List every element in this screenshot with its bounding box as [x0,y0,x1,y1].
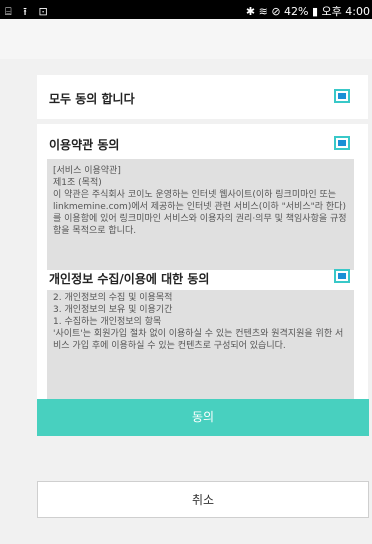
terms-text-line: 제1조 (목적) [53,178,102,188]
terms-label: 이용약관 동의 [49,138,120,152]
cancel-button[interactable]: 취소 [37,481,369,518]
header-band [0,19,372,59]
privacy-text-line: 3. 개인정보의 보유 및 이용기간 [53,305,173,315]
all-agree-label: 모두 동의 합니다 [49,92,135,106]
privacy-text-box[interactable]: 2. 개인정보의 수집 및 이용목적 3. 개인정보의 보유 및 이용기간 1.… [47,290,354,400]
terms-text-box[interactable]: [서비스 이용약관] 제1조 (목적) 이 약관은 주식회사 코이노 운영하는 … [47,159,354,270]
status-right-text: ✱ ≋ ⊘ 42% ▮ 오후 4:00 [245,5,370,18]
privacy-checkbox[interactable] [334,269,350,283]
terms-text-line: 이 약관은 주식회사 코이노 운영하는 인터넷 웹사이트(이하 링크미마인 또는… [53,190,347,236]
all-agree-checkbox[interactable] [334,89,350,103]
all-agree-row[interactable]: 모두 동의 합니다 [37,75,368,119]
privacy-text-line: 1. 수집하는 개인정보의 항목 [53,317,162,327]
privacy-text-line: '사이트'는 회원가입 절차 없이 이용하실 수 있는 컨텐츠와 원격지원을 위… [53,329,344,351]
phone-screen: ⌸ ⭱ ⊡ ✱ ≋ ⊘ 42% ▮ 오후 4:00 모두 동의 합니다 이용약관… [0,0,372,544]
status-bar: ⌸ ⭱ ⊡ ✱ ≋ ⊘ 42% ▮ 오후 4:00 [0,0,372,19]
agree-button[interactable]: 동의 [37,399,369,436]
terms-text-line: [서비스 이용약관] [53,166,121,176]
privacy-text-line: 2. 개인정보의 수집 및 이용목적 [53,293,173,303]
terms-card: 이용약관 동의 [서비스 이용약관] 제1조 (목적) 이 약관은 주식회사 코… [37,124,368,400]
terms-checkbox[interactable] [334,136,350,150]
privacy-label: 개인정보 수집/이용에 대한 동의 [49,272,210,286]
